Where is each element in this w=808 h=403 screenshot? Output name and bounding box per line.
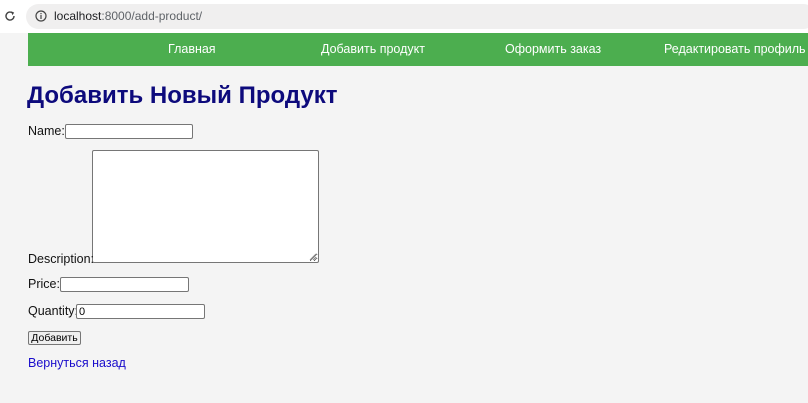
url-path: :8000/add-product/ <box>101 9 203 23</box>
nav-link-home[interactable]: Главная <box>168 42 216 57</box>
main-navbar: Главная Добавить продукт Оформить заказ … <box>28 33 808 66</box>
url-field[interactable]: localhost:8000/add-product/ <box>26 4 808 29</box>
nav-link-add-product[interactable]: Добавить продукт <box>321 42 425 57</box>
reload-icon[interactable] <box>4 10 16 22</box>
url-host: localhost <box>54 9 102 23</box>
site-info-icon[interactable] <box>35 10 47 22</box>
description-textarea[interactable] <box>92 150 319 263</box>
nav-link-edit-profile[interactable]: Редактировать профиль <box>664 42 806 57</box>
quantity-input[interactable] <box>76 304 205 319</box>
back-link[interactable]: Вернуться назад <box>28 356 126 371</box>
nav-link-checkout[interactable]: Оформить заказ <box>505 42 601 57</box>
page-title: Добавить Новый Продукт <box>27 82 338 109</box>
quantity-label: Quantity: <box>28 304 79 318</box>
resize-grip-icon[interactable] <box>309 253 317 261</box>
name-label: Name: <box>28 124 65 138</box>
price-input[interactable] <box>60 277 189 292</box>
name-input[interactable] <box>65 124 193 139</box>
description-label: Description: <box>28 252 94 266</box>
price-label: Price: <box>28 277 60 291</box>
browser-address-bar: localhost:8000/add-product/ <box>0 0 808 33</box>
add-button[interactable]: Добавить <box>28 331 81 345</box>
url-text[interactable]: localhost:8000/add-product/ <box>54 9 202 23</box>
